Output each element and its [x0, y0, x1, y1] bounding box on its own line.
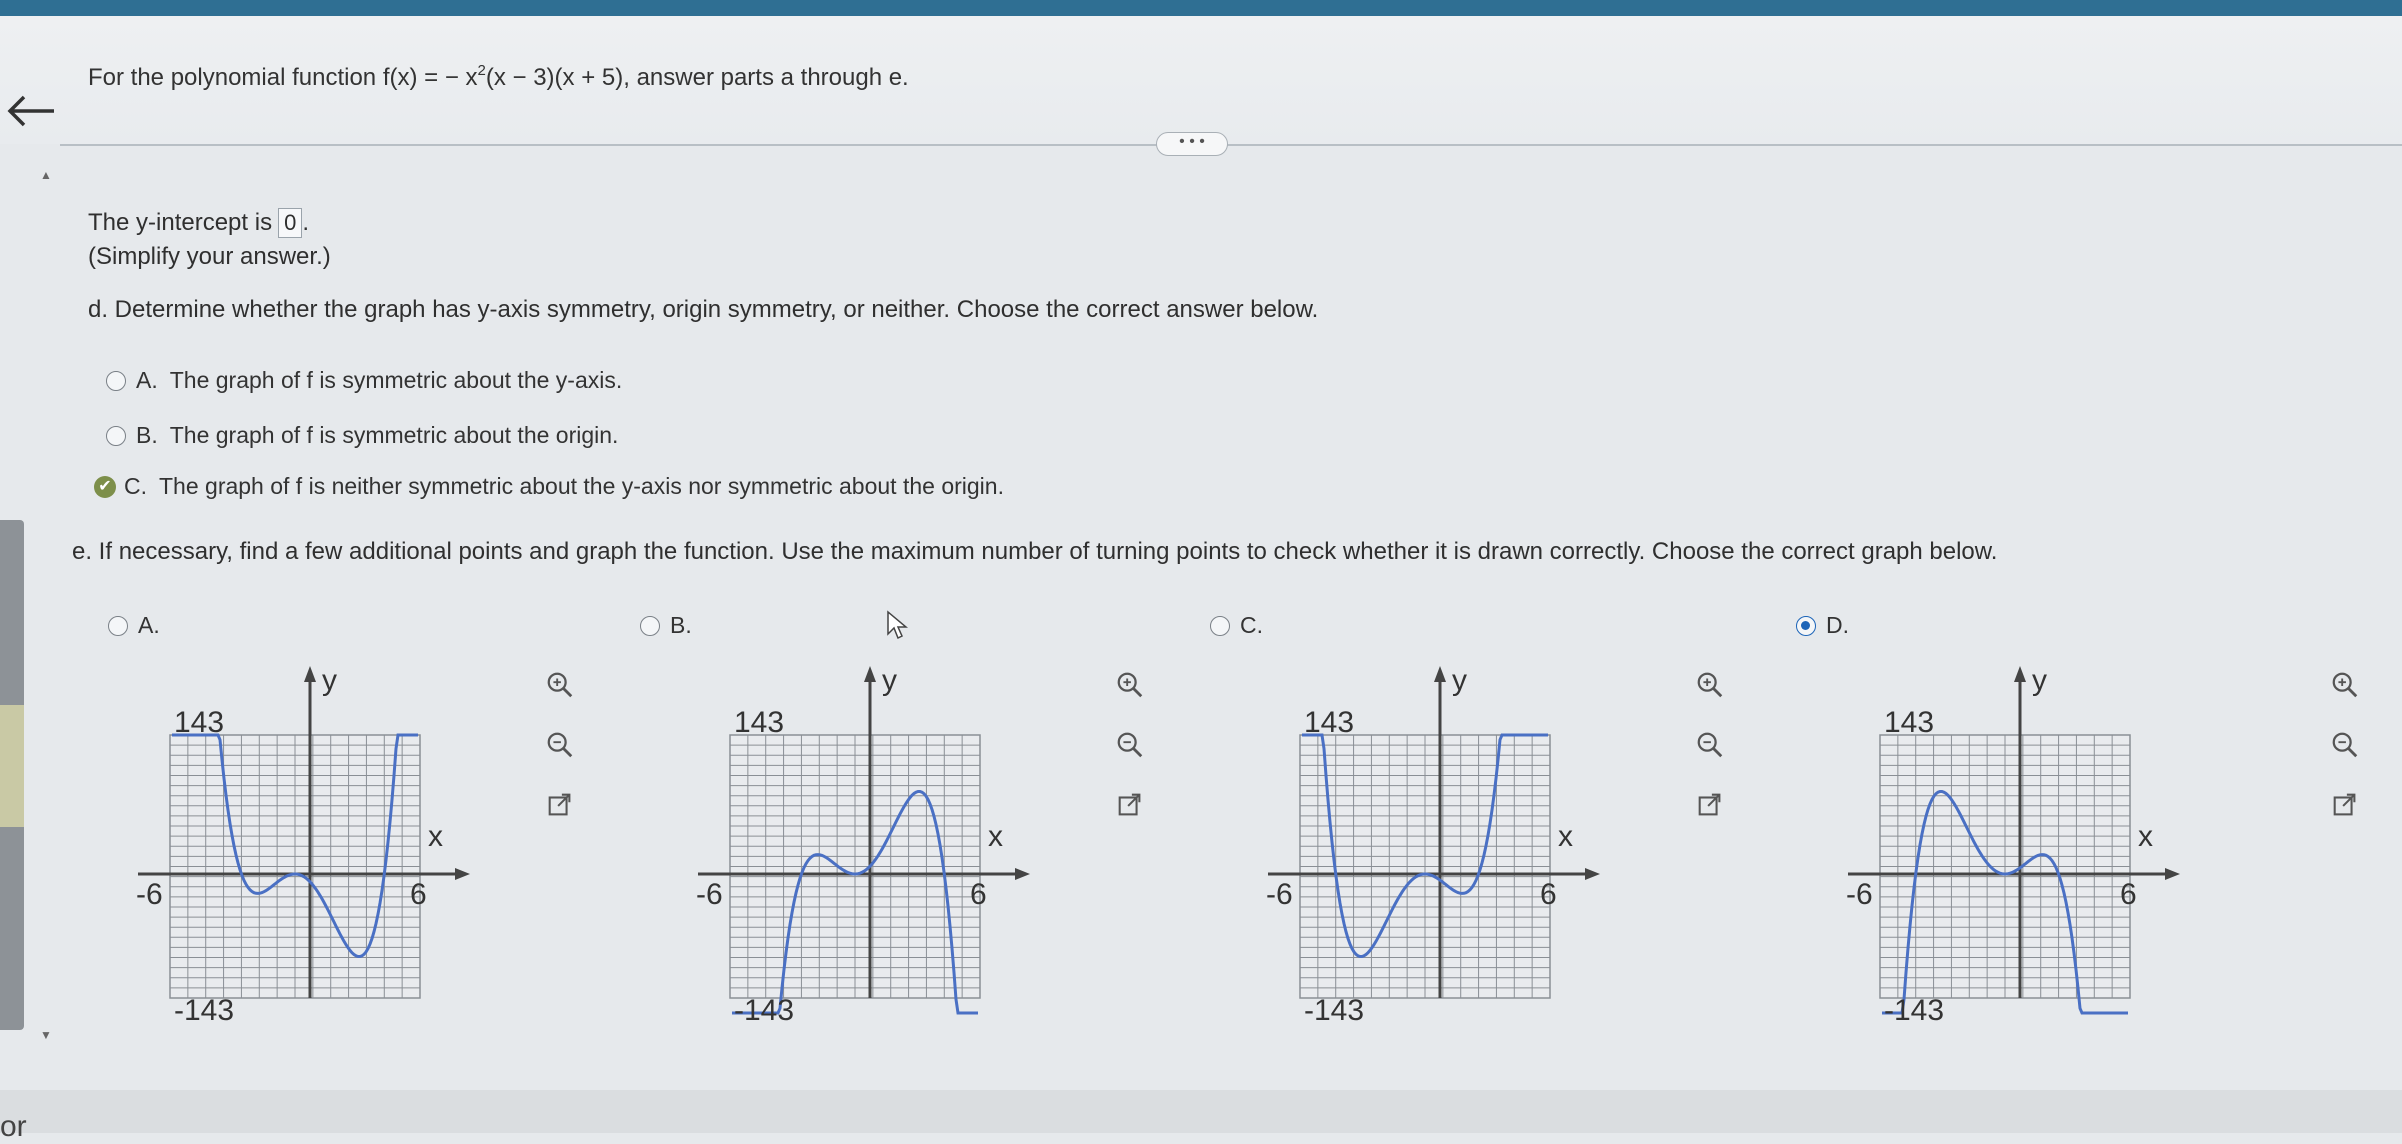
magnifier-handle [1132, 687, 1143, 698]
y-intercept-line: The y-intercept is 0. [88, 208, 309, 238]
radio-button[interactable] [1210, 615, 1230, 636]
y-min-label: -143 [1304, 994, 1364, 1027]
back-arrow-icon[interactable] [2, 92, 60, 130]
external-link-arrow [1707, 793, 1721, 807]
x-axis-arrow [455, 868, 470, 880]
graph-d[interactable]: y x 143 -143 -6 6 [1840, 650, 2220, 1030]
graph-option-d[interactable]: D. [1796, 612, 1849, 639]
x-axis-arrow [2165, 868, 2180, 880]
y-max-label: 143 [1884, 706, 1934, 739]
radio-button[interactable] [106, 425, 126, 446]
zoom-out-icon[interactable] [1115, 730, 1145, 760]
question-prompt: For the polynomial function f(x) = − x2(… [88, 62, 909, 91]
y-axis-label: y [882, 664, 897, 697]
graph-option-a[interactable]: A. [108, 612, 160, 639]
zoom-out-icon[interactable] [545, 730, 575, 760]
y-axis-label: y [1452, 664, 1467, 697]
x-min-label: -6 [1846, 878, 1873, 911]
radio-button[interactable] [108, 615, 128, 636]
symmetry-option-c[interactable]: ✔ C. The graph of f is neither symmetric … [94, 473, 1004, 500]
y-axis-arrow [304, 666, 316, 682]
y-max-label: 143 [174, 706, 224, 739]
y-axis-arrow [864, 666, 876, 682]
magnifier-handle [2347, 747, 2358, 758]
zoom-out-icon[interactable] [2330, 730, 2360, 760]
x-axis-arrow [1585, 868, 1600, 880]
simplify-hint: (Simplify your answer.) [88, 243, 331, 270]
y-min-label: -143 [1884, 994, 1944, 1027]
footer-fragment: or [0, 1110, 27, 1143]
magnifier-handle [562, 687, 573, 698]
graph-option-b[interactable]: B. [640, 612, 692, 639]
symmetry-option-b[interactable]: B. The graph of f is symmetric about the … [106, 422, 618, 449]
y-max-label: 143 [734, 706, 784, 739]
plus-mark [553, 678, 561, 686]
x-max-label: 6 [970, 878, 987, 911]
x-axis-label: x [1558, 820, 1573, 853]
expand-more-button[interactable]: • • • [1156, 132, 1228, 156]
magnifier-handle [1132, 747, 1143, 758]
external-link-arrow [2342, 793, 2356, 807]
radio-button[interactable] [640, 615, 660, 636]
x-min-label: -6 [136, 878, 163, 911]
external-link-icon[interactable] [545, 790, 575, 820]
graph-a[interactable]: y x 143 -143 -6 6 [130, 650, 510, 1030]
zoom-in-icon[interactable] [545, 670, 575, 700]
graph-c[interactable]: y x 143 -143 -6 6 [1260, 650, 1640, 1030]
external-link-icon[interactable] [1695, 790, 1725, 820]
x-axis-arrow [1015, 868, 1030, 880]
external-link-icon[interactable] [2330, 790, 2360, 820]
check-icon: ✔ [94, 475, 116, 498]
radio-button[interactable] [106, 370, 126, 391]
y-intercept-answer-box[interactable]: 0 [278, 208, 303, 238]
x-max-label: 6 [2120, 878, 2137, 911]
y-axis-arrow [2014, 666, 2026, 682]
y-max-label: 143 [1304, 706, 1354, 739]
footer-strip [0, 1090, 2402, 1133]
external-link-arrow [557, 793, 571, 807]
radio-button-selected[interactable] [1796, 615, 1816, 636]
zoom-in-icon[interactable] [1695, 670, 1725, 700]
x-max-label: 6 [410, 878, 427, 911]
x-axis-label: x [428, 820, 443, 853]
y-min-label: -143 [174, 994, 234, 1027]
x-axis-label: x [988, 820, 1003, 853]
magnifier-handle [1712, 747, 1723, 758]
magnifier-handle [1712, 687, 1723, 698]
magnifier-handle [2347, 687, 2358, 698]
scroll-up-arrow-icon[interactable]: ▲ [40, 168, 52, 182]
header-divider [60, 144, 2402, 146]
plus-mark [1703, 678, 1711, 686]
x-max-label: 6 [1540, 878, 1557, 911]
external-link-arrow [1127, 793, 1141, 807]
function-expression: f(x) = − x2(x − 3)(x + 5) [382, 62, 624, 91]
plus-mark [2338, 678, 2346, 686]
y-axis-label: y [2032, 664, 2047, 697]
magnifier-handle [562, 747, 573, 758]
zoom-in-icon[interactable] [1115, 670, 1145, 700]
mouse-cursor-icon [887, 610, 908, 640]
y-min-label: -143 [734, 994, 794, 1027]
part-e-question: e. If necessary, find a few additional p… [72, 538, 1998, 565]
x-min-label: -6 [696, 878, 723, 911]
x-min-label: -6 [1266, 878, 1293, 911]
scroll-down-arrow-icon[interactable]: ▼ [40, 1028, 52, 1042]
graph-option-c[interactable]: C. [1210, 612, 1263, 639]
graph-b[interactable]: y x 143 -143 -6 6 [690, 650, 1070, 1030]
plus-mark [1123, 678, 1131, 686]
top-bar [0, 0, 2402, 16]
side-highlight [0, 705, 24, 827]
zoom-out-icon[interactable] [1695, 730, 1725, 760]
y-axis-label: y [322, 664, 337, 697]
external-link-icon[interactable] [1115, 790, 1145, 820]
part-d-question: d. Determine whether the graph has y-axi… [88, 296, 1319, 323]
x-axis-label: x [2138, 820, 2153, 853]
y-axis-arrow [1434, 666, 1446, 682]
symmetry-option-a[interactable]: A. The graph of f is symmetric about the … [106, 367, 622, 394]
zoom-in-icon[interactable] [2330, 670, 2360, 700]
